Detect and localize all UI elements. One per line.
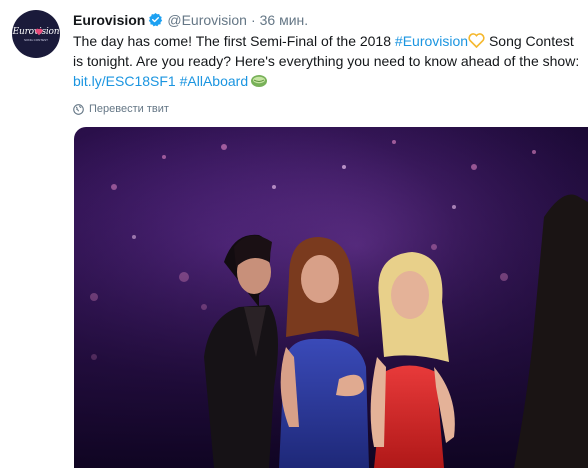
globe-icon bbox=[73, 103, 84, 115]
avatar-heart-icon bbox=[35, 28, 43, 36]
avatar[interactable]: Eurovision SONG CONTEST bbox=[12, 10, 60, 58]
translate-label: Перевести твит bbox=[89, 103, 169, 115]
tweet-link[interactable]: bit.ly/ESC18SF1 bbox=[73, 73, 176, 89]
tweet-text-line-2: is tonight. Are you ready? Here's everyt… bbox=[73, 53, 580, 69]
author-name[interactable]: Eurovision bbox=[73, 12, 145, 28]
header-separator: · bbox=[250, 11, 256, 28]
tweet-content: Eurovision @Eurovision · 36 мин. The day… bbox=[73, 10, 583, 117]
tweet-text-line-3: bit.ly/ESC18SF1 #AllAboard bbox=[73, 71, 585, 91]
melon-emoji-icon bbox=[251, 75, 268, 87]
tweet-timestamp[interactable]: 36 мин. bbox=[260, 12, 309, 28]
author-handle[interactable]: @Eurovision bbox=[167, 12, 247, 28]
heart-emoji-icon bbox=[468, 33, 485, 48]
hashtag-eurovision[interactable]: #Eurovision bbox=[395, 33, 468, 49]
tweet-text-segment: Song Contest bbox=[485, 33, 574, 49]
tweet-text: The day has come! The first Semi-Final o… bbox=[73, 31, 585, 91]
tweet-header: Eurovision @Eurovision · 36 мин. bbox=[73, 10, 583, 29]
avatar-logo-subtext: SONG CONTEST bbox=[23, 37, 48, 42]
tweet-media-photo[interactable] bbox=[74, 127, 588, 468]
translate-tweet-link[interactable]: Перевести твит bbox=[73, 101, 583, 117]
tweet-text-line-1: The day has come! The first Semi-Final o… bbox=[73, 31, 585, 51]
verified-badge-icon bbox=[149, 12, 163, 27]
tweet-text-segment: The day has come! The first Semi-Final o… bbox=[73, 33, 395, 49]
hashtag-allaboard[interactable]: #AllAboard bbox=[180, 73, 249, 89]
photo-image bbox=[74, 127, 588, 468]
